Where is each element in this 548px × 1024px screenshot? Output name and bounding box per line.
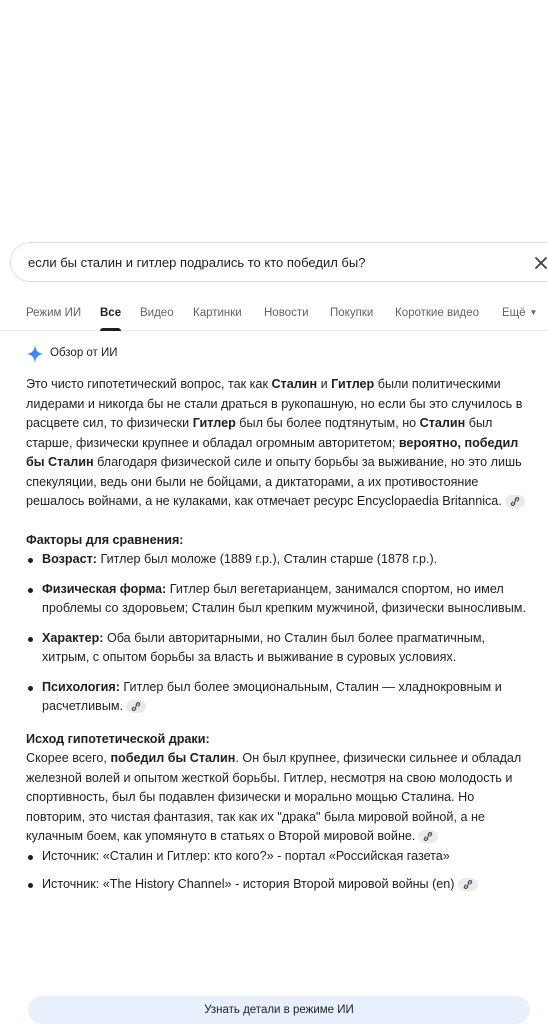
source-text: Источник: «The History Channel» - истори… — [42, 877, 455, 891]
tab-shopping[interactable]: Покупки — [330, 307, 373, 319]
search-tabs: Режим ИИ Все Видео Картинки Новости Поку… — [0, 300, 548, 331]
intro-bold: Гитлер — [331, 377, 375, 391]
source-link-chip[interactable] — [457, 878, 478, 892]
intro-bold: Гитлер — [192, 416, 236, 430]
list-item: Психология: Гитлер был более эмоциональн… — [26, 678, 526, 717]
tab-more[interactable]: Ещё ▼ — [502, 307, 537, 319]
list-item: Источник: «Сталин и Гитлер: кто кого?» -… — [26, 847, 526, 867]
list-item: Характер: Оба были авторитарными, но Ста… — [26, 629, 526, 668]
intro-bold: Сталин — [271, 377, 318, 391]
factor-text: Гитлер был моложе (1889 г.р.), Сталин ст… — [96, 552, 438, 566]
outcome-title: Исход гипотетической драки: — [26, 731, 210, 746]
factors-title: Факторы для сравнения: — [26, 532, 184, 547]
close-icon[interactable] — [533, 255, 548, 271]
outcome-bold: победил бы Сталин — [110, 751, 236, 765]
link-icon — [424, 832, 433, 842]
intro-text: благодаря физической силе и опыту борьбы… — [26, 455, 522, 508]
tab-more-label: Ещё — [502, 307, 526, 319]
outcome-paragraph: Скорее всего, победил бы Сталин. Он был … — [26, 749, 526, 847]
link-icon — [132, 702, 141, 712]
ai-overview-title: Обзор от ИИ — [50, 347, 118, 359]
ai-mode-details-button[interactable]: Узнать детали в режиме ИИ — [28, 996, 530, 1024]
list-item: Возраст: Гитлер был моложе (1889 г.р.), … — [26, 550, 526, 570]
tab-ai-mode[interactable]: Режим ИИ — [26, 307, 81, 319]
factor-label: Возраст: — [42, 552, 97, 566]
ai-overview-content: Это чисто гипотетический вопрос, так как… — [26, 375, 526, 904]
search-input[interactable]: если бы сталин и гитлер подрались то кто… — [28, 255, 365, 270]
factor-label: Физическая форма: — [42, 581, 167, 596]
outcome-text: Скорее всего, — [26, 751, 111, 765]
link-icon — [510, 497, 519, 507]
chevron-down-icon: ▼ — [529, 308, 538, 318]
tab-short-videos[interactable]: Короткие видео — [395, 307, 479, 319]
source-text: Источник: «Сталин и Гитлер: кто кого?» -… — [42, 848, 450, 863]
sparkle-icon — [27, 345, 43, 363]
factor-label: Характер: — [42, 630, 104, 645]
tab-images[interactable]: Картинки — [193, 307, 242, 319]
intro-text: и — [317, 377, 332, 391]
source-link-chip[interactable] — [418, 830, 439, 844]
sources-list: Источник: «Сталин и Гитлер: кто кого?» -… — [26, 847, 526, 895]
search-bar[interactable]: если бы сталин и гитлер подрались то кто… — [10, 242, 548, 282]
factors-list: Возраст: Гитлер был моложе (1889 г.р.), … — [26, 550, 526, 717]
factor-label: Психология: — [42, 679, 120, 694]
tab-video[interactable]: Видео — [140, 307, 174, 319]
source-link-chip[interactable] — [504, 495, 525, 509]
tab-all[interactable]: Все — [100, 307, 122, 331]
source-link-chip[interactable] — [126, 700, 147, 714]
link-icon — [463, 880, 472, 890]
intro-text: был бы более подтянутым, но — [235, 416, 420, 430]
intro-paragraph: Это чисто гипотетический вопрос, так как… — [26, 375, 526, 512]
factor-text: Оба были авторитарными, но Сталин был бо… — [42, 630, 486, 665]
intro-bold: Сталин — [419, 416, 466, 430]
intro-text: Это чисто гипотетический вопрос, так как — [26, 377, 272, 391]
list-item: Физическая форма: Гитлер был вегетарианц… — [26, 580, 526, 619]
tab-news[interactable]: Новости — [264, 307, 309, 319]
list-item: Источник: «The History Channel» - истори… — [26, 875, 526, 895]
